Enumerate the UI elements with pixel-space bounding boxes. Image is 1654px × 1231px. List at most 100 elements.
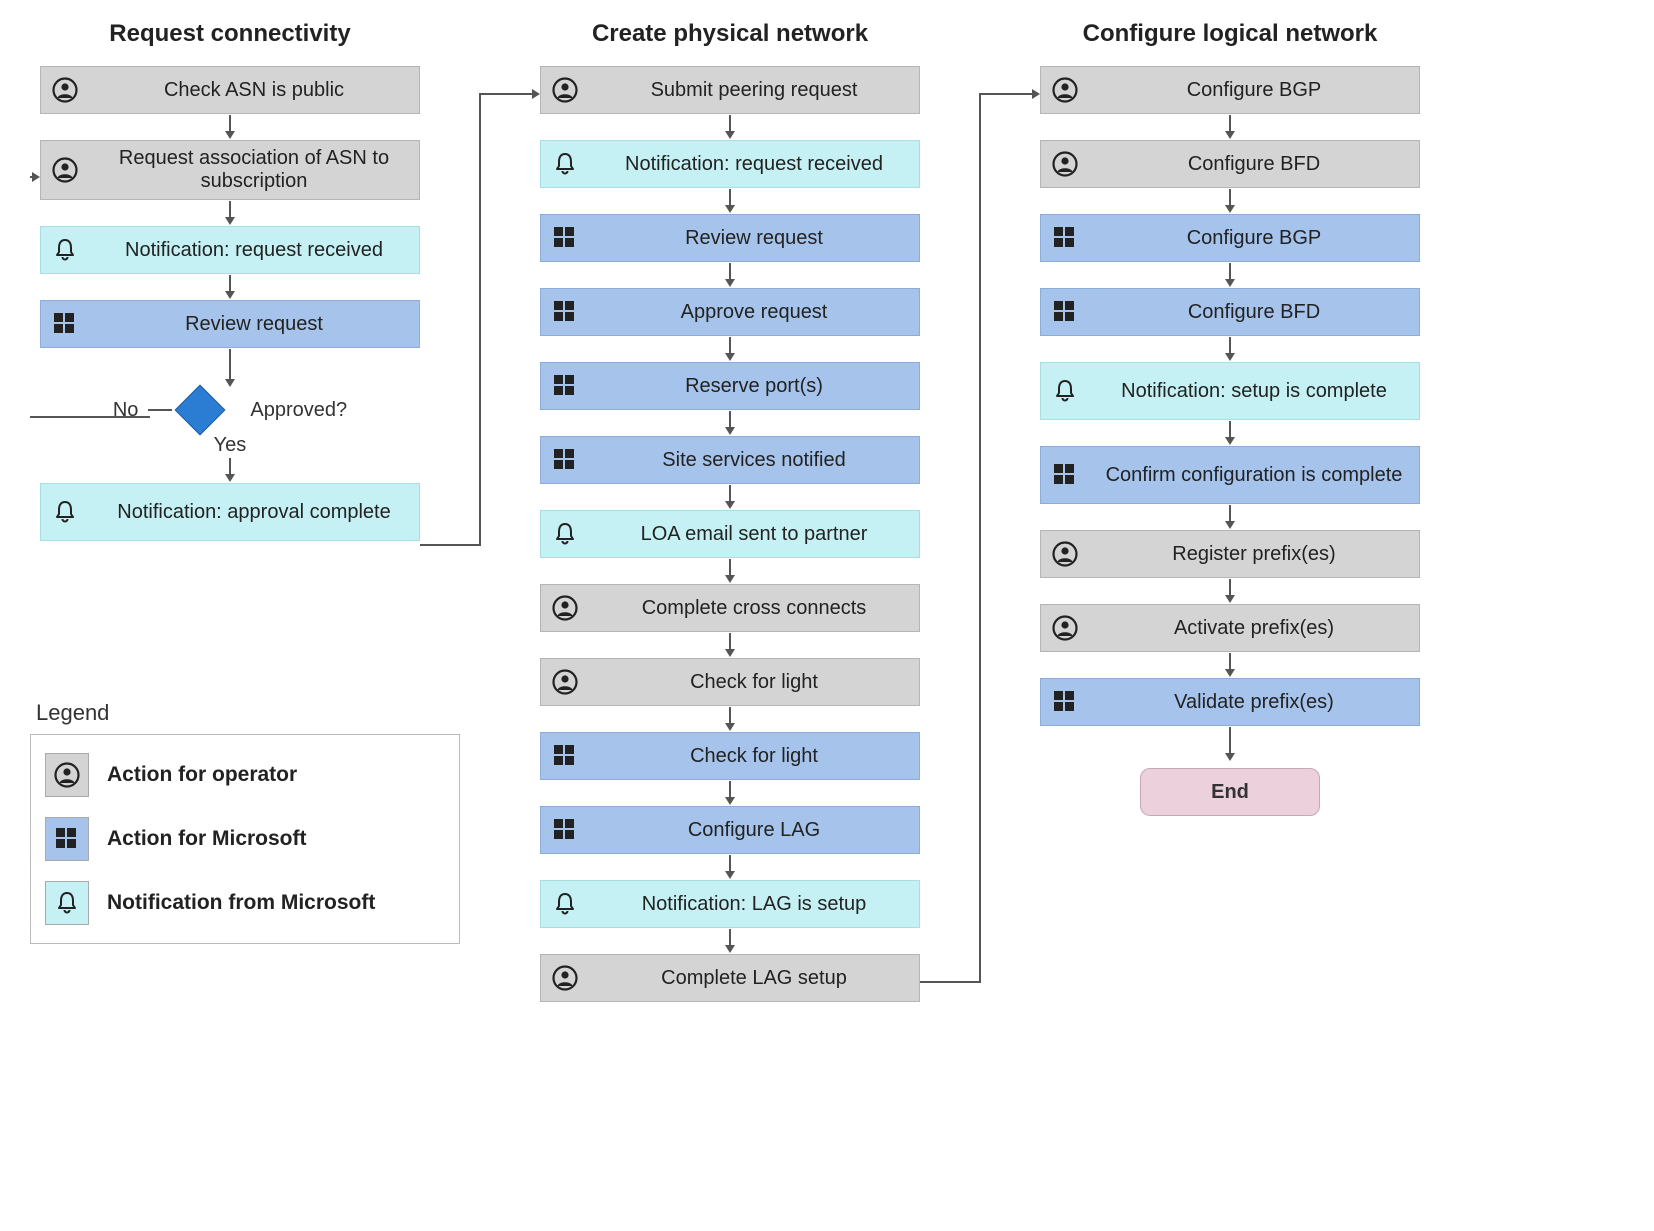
step-review-request: Review request — [40, 300, 420, 348]
arrow-down-icon — [724, 410, 736, 436]
step-notification-received-2: Notification: request received — [540, 140, 920, 188]
arrow-down-icon — [1224, 420, 1236, 446]
windows-icon — [1041, 225, 1089, 251]
arrow-down-icon — [724, 706, 736, 732]
column-configure-logical-network: Configure logical network Configure BGP … — [1030, 20, 1430, 816]
arrow-down-icon — [1224, 262, 1236, 288]
bell-icon — [541, 891, 589, 917]
end-label: End — [1211, 781, 1249, 804]
legend-row-operator: Action for operator — [45, 753, 445, 797]
decision-question: Approved? — [250, 399, 347, 422]
windows-icon — [1041, 689, 1089, 715]
arrow-down-icon — [724, 558, 736, 584]
step-label: Review request — [589, 227, 919, 250]
step-approval-complete: Notification: approval complete — [40, 483, 420, 541]
windows-icon — [541, 373, 589, 399]
arrow-down-icon — [1224, 578, 1236, 604]
windows-icon — [541, 817, 589, 843]
step-setup-complete-notif: Notification: setup is complete — [1040, 362, 1420, 420]
step-check-asn: Check ASN is public — [40, 66, 420, 114]
step-label: Configure BFD — [1089, 153, 1419, 176]
column-title: Configure logical network — [1083, 20, 1378, 48]
legend-row-notification: Notification from Microsoft — [45, 881, 445, 925]
decision-diamond-icon — [175, 385, 226, 436]
arrow-down-icon — [724, 336, 736, 362]
person-circle-icon — [541, 965, 589, 991]
step-label: Configure BGP — [1089, 79, 1419, 102]
step-label: Request association of ASN to subscripti… — [89, 147, 419, 193]
step-label: Reserve port(s) — [589, 375, 919, 398]
bell-icon — [45, 881, 89, 925]
legend-row-microsoft: Action for Microsoft — [45, 817, 445, 861]
legend-title: Legend — [30, 700, 460, 726]
step-site-services: Site services notified — [540, 436, 920, 484]
legend: Legend Action for operator Action for Mi… — [30, 700, 460, 944]
step-label: Check ASN is public — [89, 79, 419, 102]
decision-approved: No Approved? — [113, 392, 347, 428]
step-label: Notification: setup is complete — [1089, 380, 1419, 403]
person-circle-icon — [1041, 615, 1089, 641]
step-review-request-2: Review request — [540, 214, 920, 262]
end-terminator: End — [1140, 768, 1320, 816]
step-label: Validate prefix(es) — [1089, 691, 1419, 714]
step-loa-email: LOA email sent to partner — [540, 510, 920, 558]
step-label: Configure BGP — [1089, 227, 1419, 250]
step-label: Configure LAG — [589, 819, 919, 842]
bell-icon — [541, 521, 589, 547]
bell-icon — [541, 151, 589, 177]
step-approve-request: Approve request — [540, 288, 920, 336]
windows-icon — [1041, 462, 1089, 488]
person-circle-icon — [1041, 77, 1089, 103]
step-request-association: Request association of ASN to subscripti… — [40, 140, 420, 200]
step-label: Approve request — [589, 301, 919, 324]
arrow-down-icon — [1224, 652, 1236, 678]
person-circle-icon — [41, 157, 89, 183]
windows-icon — [541, 447, 589, 473]
arrow-down-icon — [224, 114, 236, 140]
arrow-down-icon — [1224, 336, 1236, 362]
arrow-down-icon — [724, 114, 736, 140]
step-label: Notification: approval complete — [89, 501, 419, 524]
arrow-down-icon — [724, 188, 736, 214]
bell-icon — [1041, 378, 1089, 404]
step-label: Notification: request received — [89, 239, 419, 262]
windows-icon — [541, 299, 589, 325]
arrow-down-icon — [724, 780, 736, 806]
arrow-down-icon — [1224, 114, 1236, 140]
step-check-light-operator: Check for light — [540, 658, 920, 706]
arrow-down-icon — [1224, 188, 1236, 214]
arrow-down-icon — [724, 632, 736, 658]
step-label: Register prefix(es) — [1089, 543, 1419, 566]
arrow-down-icon — [224, 200, 236, 226]
bell-icon — [41, 499, 89, 525]
arrow-down-icon — [724, 854, 736, 880]
step-label: Site services notified — [589, 449, 919, 472]
decision-yes-label: Yes — [214, 434, 247, 457]
arrow-down-icon — [1224, 504, 1236, 530]
arrow-down-icon — [224, 348, 236, 388]
column-title: Request connectivity — [109, 20, 350, 48]
legend-label: Notification from Microsoft — [107, 891, 375, 915]
windows-icon — [41, 311, 89, 337]
person-circle-icon — [541, 669, 589, 695]
arrow-down-icon — [724, 484, 736, 510]
arrow-down-icon — [724, 262, 736, 288]
step-configure-bfd-ms: Configure BFD — [1040, 288, 1420, 336]
column-title: Create physical network — [592, 20, 868, 48]
step-label: Activate prefix(es) — [1089, 617, 1419, 640]
step-configure-bgp-ms: Configure BGP — [1040, 214, 1420, 262]
step-label: Check for light — [589, 671, 919, 694]
step-label: Notification: LAG is setup — [589, 893, 919, 916]
column-request-connectivity: Request connectivity Check ASN is public… — [30, 20, 430, 541]
decision-no-label: No — [113, 399, 139, 422]
windows-icon — [541, 225, 589, 251]
windows-icon — [45, 817, 89, 861]
step-submit-peering: Submit peering request — [540, 66, 920, 114]
arrow-down-icon — [224, 274, 236, 300]
step-lag-notification: Notification: LAG is setup — [540, 880, 920, 928]
legend-label: Action for Microsoft — [107, 827, 307, 851]
step-label: Notification: request received — [589, 153, 919, 176]
step-label: Configure BFD — [1089, 301, 1419, 324]
person-circle-icon — [1041, 541, 1089, 567]
step-configure-bgp-op: Configure BGP — [1040, 66, 1420, 114]
